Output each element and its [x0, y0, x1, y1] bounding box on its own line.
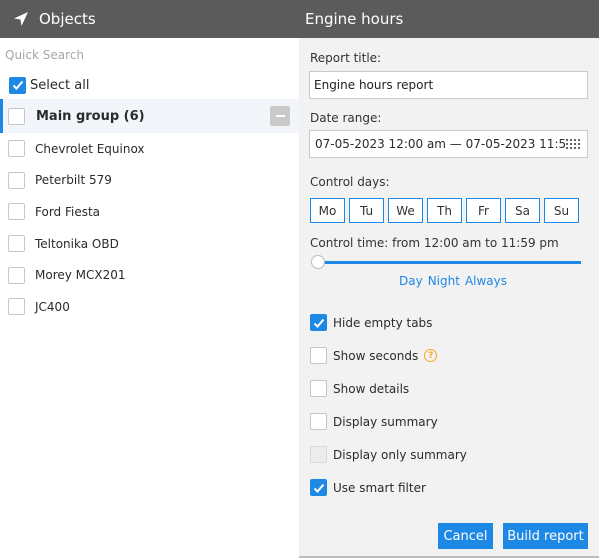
quick-search-input[interactable]: [5, 47, 285, 62]
select-all-row[interactable]: Select all: [0, 71, 299, 99]
objects-panel: Objects Select all Main group (6) Chevro…: [0, 0, 299, 558]
quick-search-box: [0, 38, 299, 71]
build-report-button[interactable]: Build report: [503, 523, 588, 549]
checkmark-icon: [313, 483, 324, 493]
day-toggle-tu[interactable]: Tu: [349, 198, 384, 223]
unit-label: Morey MCX201: [35, 268, 126, 283]
report-title-label: Report title:: [310, 51, 382, 65]
display-only-summary-label: Display only summary: [333, 447, 467, 462]
show-details-label: Show details: [333, 381, 410, 396]
show-seconds-label: Show seconds: [333, 348, 419, 363]
slider-start-handle[interactable]: [311, 255, 325, 269]
option-show-details[interactable]: Show details: [310, 380, 409, 397]
display-only-summary-checkbox: [310, 446, 327, 463]
unit-label: Chevrolet Equinox: [35, 141, 145, 156]
unit-row[interactable]: Peterbilt 579: [0, 165, 299, 197]
unit-label: Ford Fiesta: [35, 204, 101, 219]
help-icon[interactable]: ?: [424, 349, 438, 362]
show-details-checkbox[interactable]: [310, 380, 327, 397]
display-summary-checkbox[interactable]: [310, 413, 327, 430]
unit-row[interactable]: Morey MCX201: [0, 259, 299, 291]
cancel-button[interactable]: Cancel: [438, 523, 493, 549]
hide-empty-tabs-checkbox[interactable]: [310, 314, 327, 331]
hide-empty-tabs-label: Hide empty tabs: [333, 315, 433, 330]
checkmark-icon: [313, 318, 324, 328]
date-range-value: 07-05-2023 12:00 am — 07-05-2023 11:59 p…: [315, 137, 565, 151]
unit-row[interactable]: Ford Fiesta: [0, 196, 299, 228]
navigation-arrow-icon: [12, 10, 30, 28]
group-checkbox[interactable]: [8, 107, 25, 125]
report-title-input[interactable]: [309, 71, 588, 99]
unit-row[interactable]: JC400: [0, 291, 299, 323]
unit-row[interactable]: Chevrolet Equinox: [0, 133, 299, 165]
unit-checkbox[interactable]: [8, 235, 25, 253]
preset-always-link[interactable]: Always: [465, 274, 507, 288]
option-hide-empty-tabs[interactable]: Hide empty tabs: [310, 314, 432, 331]
unit-checkbox[interactable]: [8, 140, 25, 158]
objects-header: Objects: [0, 0, 299, 38]
day-toggle-su[interactable]: Su: [544, 198, 579, 223]
control-time-label: Control time: from 12:00 am to 11:59 pm: [310, 236, 559, 250]
day-toggle-fr[interactable]: Fr: [466, 198, 501, 223]
control-days-group: Mo Tu We Th Fr Sa Su: [310, 198, 583, 223]
unit-checkbox[interactable]: [8, 171, 25, 189]
report-panel: Engine hours Report title: Date range: 0…: [299, 0, 599, 558]
group-label: Main group (6): [36, 108, 145, 124]
select-all-label: Select all: [30, 77, 90, 93]
collapse-group-button[interactable]: [270, 106, 290, 126]
checkmark-icon: [12, 80, 23, 90]
unit-label: Teltonika OBD: [35, 236, 119, 251]
time-presets: Day Night Always: [399, 274, 512, 288]
display-summary-label: Display summary: [333, 414, 438, 429]
unit-checkbox[interactable]: [8, 298, 25, 316]
date-range-label: Date range:: [310, 111, 382, 125]
use-smart-filter-label: Use smart filter: [333, 480, 426, 495]
preset-night-link[interactable]: Night: [428, 274, 460, 288]
date-range-field[interactable]: 07-05-2023 12:00 am — 07-05-2023 11:59 p…: [309, 130, 588, 158]
calendar-grid-icon[interactable]: [566, 139, 582, 150]
day-toggle-we[interactable]: We: [388, 198, 423, 223]
control-time-slider[interactable]: [311, 254, 587, 270]
unit-label: JC400: [35, 299, 70, 314]
option-show-seconds[interactable]: Show seconds ?: [310, 347, 438, 364]
control-days-label: Control days:: [310, 175, 390, 189]
show-seconds-checkbox[interactable]: [310, 347, 327, 364]
day-toggle-mo[interactable]: Mo: [310, 198, 345, 223]
preset-day-link[interactable]: Day: [399, 274, 423, 288]
report-header: Engine hours: [299, 0, 599, 38]
day-toggle-sa[interactable]: Sa: [505, 198, 540, 223]
option-display-summary[interactable]: Display summary: [310, 413, 438, 430]
use-smart-filter-checkbox[interactable]: [310, 479, 327, 496]
unit-checkbox[interactable]: [8, 203, 25, 221]
slider-track: [317, 261, 581, 264]
group-row-main[interactable]: Main group (6): [0, 99, 299, 133]
minus-icon: [275, 115, 285, 117]
unit-label: Peterbilt 579: [35, 173, 112, 188]
option-use-smart-filter[interactable]: Use smart filter: [310, 479, 426, 496]
day-toggle-th[interactable]: Th: [427, 198, 462, 223]
unit-row[interactable]: Teltonika OBD: [0, 228, 299, 260]
objects-title: Objects: [39, 10, 96, 28]
report-panel-title: Engine hours: [305, 10, 404, 28]
select-all-checkbox[interactable]: [9, 76, 26, 94]
unit-checkbox[interactable]: [8, 266, 25, 284]
option-display-only-summary: Display only summary: [310, 446, 467, 463]
